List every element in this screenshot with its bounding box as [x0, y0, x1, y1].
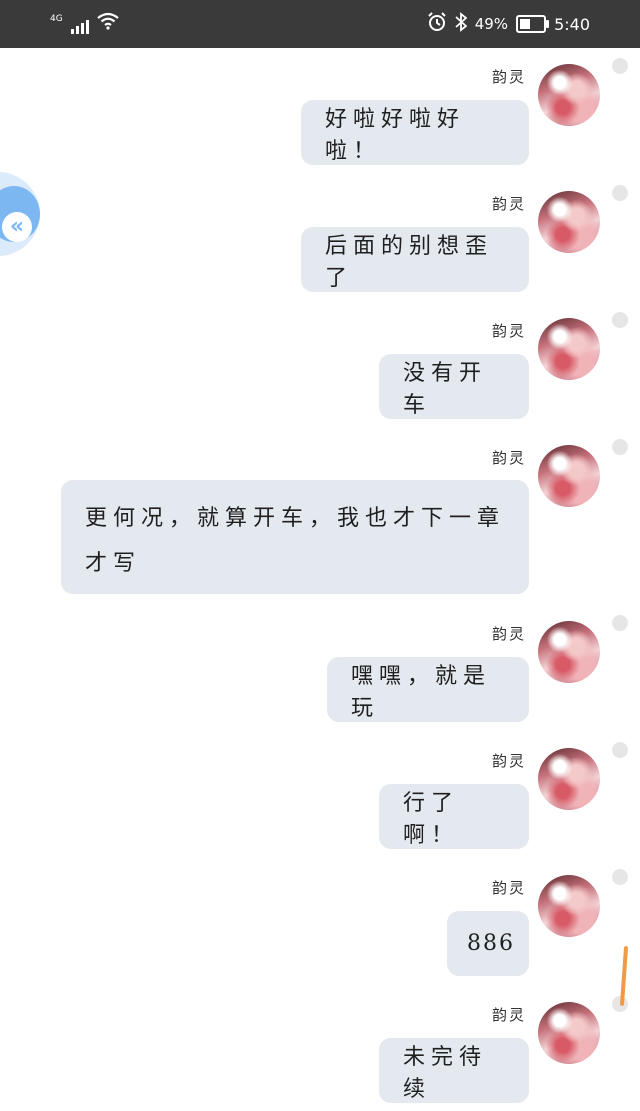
floating-back-button[interactable]: «	[0, 172, 40, 256]
avatar[interactable]	[538, 64, 600, 126]
clock: 5:40	[554, 14, 590, 34]
avatar[interactable]	[538, 191, 600, 253]
scroll-indicator[interactable]	[619, 945, 629, 1007]
avatar[interactable]	[538, 875, 600, 937]
message-bubble[interactable]: 未完待续	[379, 1038, 529, 1103]
sender-name: 韵灵	[491, 752, 526, 770]
back-chevron-icon: «	[2, 212, 32, 242]
avatar[interactable]	[538, 445, 600, 507]
avatar[interactable]	[538, 1002, 600, 1064]
message-bubble[interactable]: 没有开车	[379, 354, 529, 419]
bluetooth-icon	[455, 12, 468, 36]
sender-name: 韵灵	[491, 68, 526, 86]
message-bubble[interactable]: 更何况，就算开车，我也才下一章才写	[61, 480, 529, 594]
network-type: 4G	[50, 14, 63, 24]
message-bubble[interactable]: 好啦好啦好啦！	[301, 100, 529, 165]
sender-name: 韵灵	[491, 625, 526, 643]
signal-icon	[70, 18, 89, 34]
avatar[interactable]	[538, 748, 600, 810]
battery-percent: 49%	[474, 15, 509, 33]
alarm-icon	[427, 12, 447, 36]
sender-name: 韵灵	[491, 195, 526, 213]
wifi-icon	[97, 12, 119, 34]
message-bubble[interactable]: 行了啊！	[379, 784, 529, 849]
sender-name: 韵灵	[491, 879, 526, 897]
sender-name: 韵灵	[491, 1006, 526, 1024]
avatar[interactable]	[538, 318, 600, 380]
message-bubble[interactable]: 嘿嘿，就是玩	[327, 657, 529, 722]
battery-icon	[516, 15, 550, 33]
status-bar: 4G 49% 5:40	[0, 0, 640, 48]
read-indicator	[612, 869, 628, 885]
sender-name: 韵灵	[491, 322, 526, 340]
read-indicator	[612, 615, 628, 631]
read-indicator	[612, 312, 628, 328]
message-bubble[interactable]: 886	[447, 911, 529, 976]
read-indicator	[612, 439, 628, 455]
avatar[interactable]	[538, 621, 600, 683]
message-bubble[interactable]: 后面的别想歪了	[301, 227, 529, 292]
read-indicator	[612, 742, 628, 758]
sender-name: 韵灵	[491, 449, 526, 467]
read-indicator	[612, 185, 628, 201]
read-indicator	[612, 58, 628, 74]
